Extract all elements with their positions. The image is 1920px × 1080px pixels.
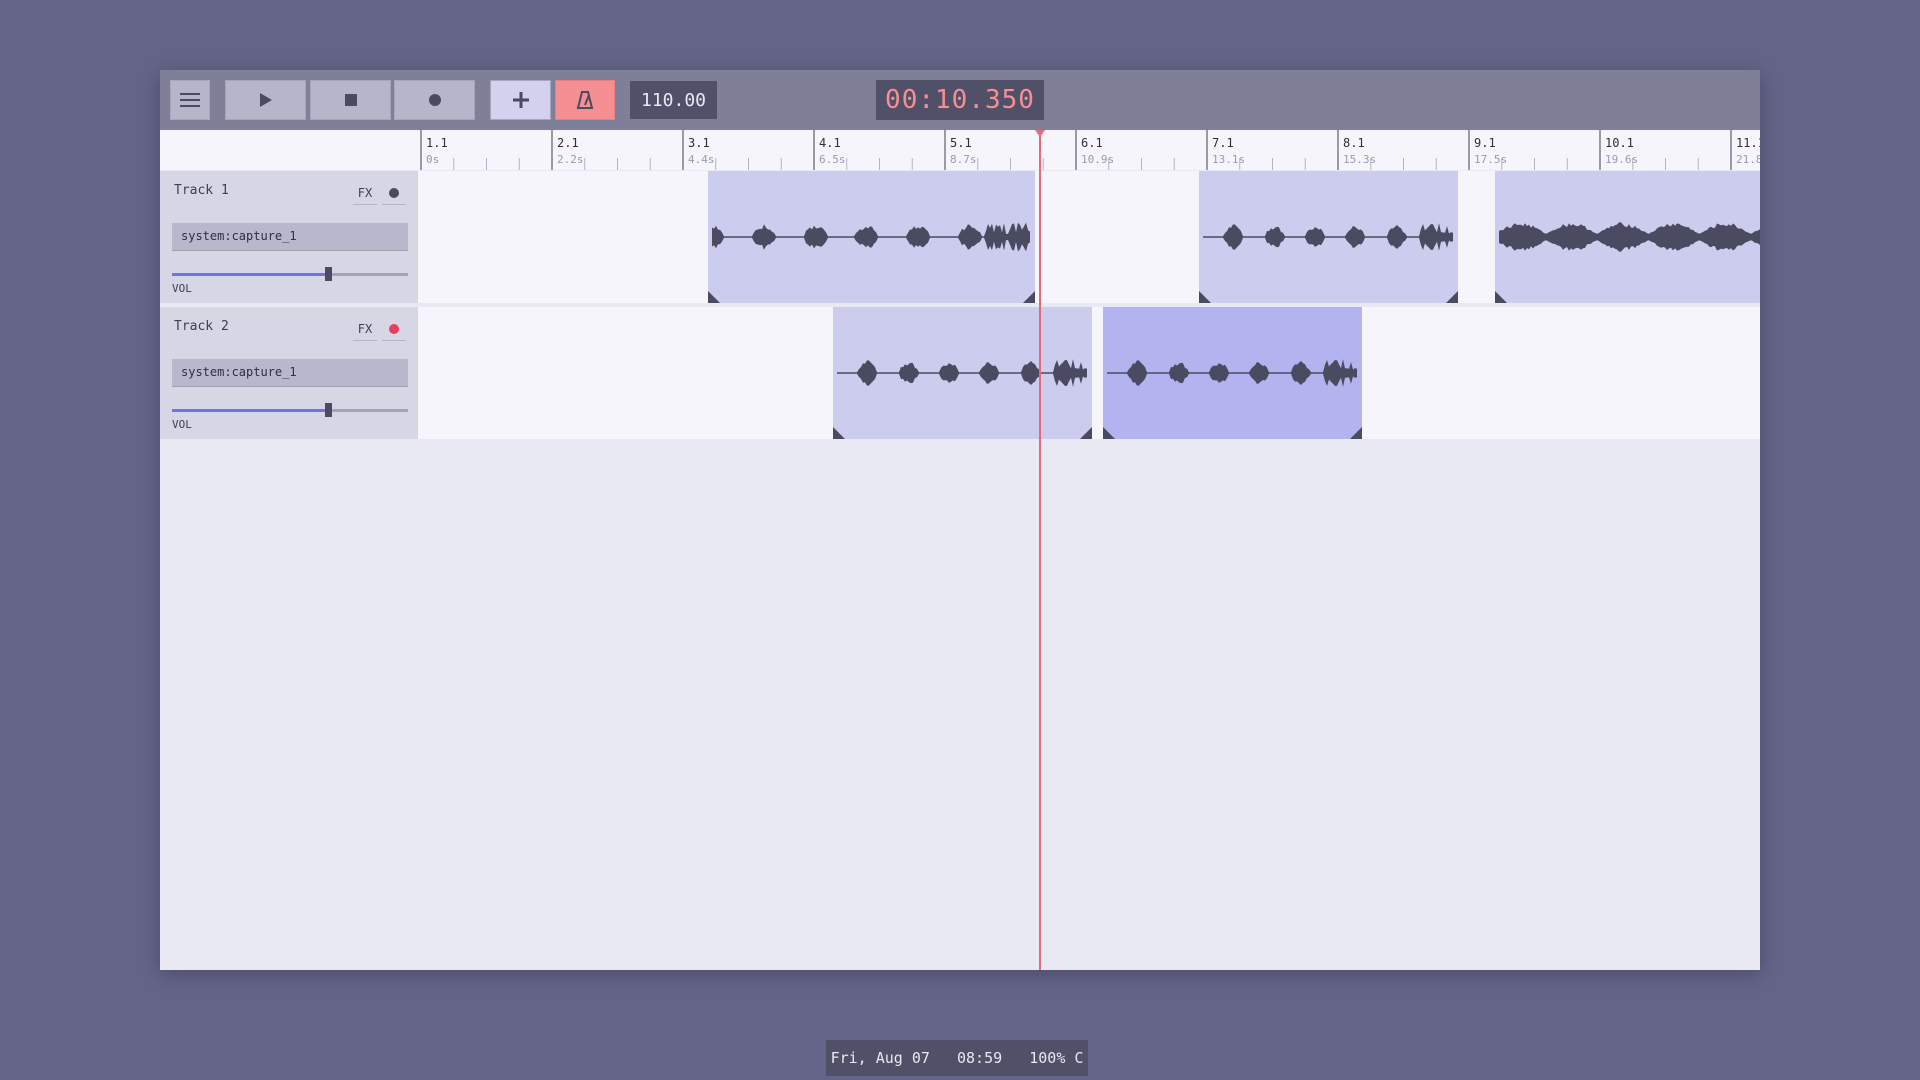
play-icon: [259, 93, 272, 107]
ruler-time-label: 13.1s: [1212, 153, 1245, 166]
track-name[interactable]: Track 2: [174, 319, 229, 334]
ruler-bar-label: 3.1: [688, 136, 710, 150]
ruler-bar-label: 5.1: [950, 136, 972, 150]
ruler-bar-label: 2.1: [557, 136, 579, 150]
track-header: Track 1 FX system:capture_1 VOL: [160, 171, 418, 303]
volume-label: VOL: [172, 282, 192, 295]
menu-button[interactable]: [170, 80, 210, 120]
waveform-path: [1107, 359, 1357, 387]
ruler-bar-label: 9.1: [1474, 136, 1496, 150]
waveform: [1499, 222, 1760, 252]
ruler-time-label: 15.3s: [1343, 153, 1376, 166]
ruler-bar-label: 8.1: [1343, 136, 1365, 150]
ruler-time-label: 6.5s: [819, 153, 846, 166]
clip-trim-right-handle[interactable]: [1350, 427, 1362, 439]
clip-trim-left-handle[interactable]: [708, 291, 720, 303]
waveform-path: [1203, 223, 1453, 251]
track-lane[interactable]: [420, 307, 1760, 439]
ruler-time-label: 21.8s: [1736, 153, 1760, 166]
input-select[interactable]: system:capture_1: [172, 223, 408, 251]
volume-fill: [172, 409, 328, 412]
metronome-icon: [576, 91, 594, 109]
ruler-bar-label: 10.1: [1605, 136, 1634, 150]
fx-button[interactable]: FX: [353, 182, 377, 205]
ruler-bar-label: 4.1: [819, 136, 841, 150]
plus-icon: [512, 92, 529, 108]
ruler-bar-label: 11.1: [1736, 136, 1760, 150]
ruler-time-label: 0s: [426, 153, 439, 166]
volume-handle[interactable]: [324, 267, 332, 281]
ruler-bar-label: 7.1: [1212, 136, 1234, 150]
play-button[interactable]: [225, 80, 306, 120]
volume-fill: [172, 273, 328, 276]
hamburger-icon: [180, 93, 200, 107]
clip-trim-right-handle[interactable]: [1446, 291, 1458, 303]
ruler-ticks: 1.1 0s 2.1 2.2s 3.1 4.4s 4.1 6.5s 5.1 8.7s 6.1 10.9…: [420, 130, 1760, 170]
track-1: Track 1 FX system:capture_1 VOL: [160, 171, 1760, 303]
waveform-path: [712, 222, 1030, 252]
record-arm-icon: [389, 324, 399, 334]
system-status-bar: Fri, Aug 07 08:59 100% C: [826, 1040, 1088, 1076]
time-display: 00:10.350: [876, 80, 1044, 120]
add-track-button[interactable]: [490, 80, 551, 120]
clip-trim-left-handle[interactable]: [833, 427, 845, 439]
ruler-time-label: 4.4s: [688, 153, 715, 166]
fx-button[interactable]: FX: [353, 318, 377, 341]
daw-window: 110.00 00:10.350 1.1 0s 2.1 2.2s 3.1 4.4s 4.1 6…: [160, 70, 1760, 970]
clip-trim-left-handle[interactable]: [1103, 427, 1115, 439]
audio-clip[interactable]: [833, 307, 1092, 439]
toolbar: 110.00 00:10.350: [160, 70, 1760, 130]
clip-trim-left-handle[interactable]: [1199, 291, 1211, 303]
track-name[interactable]: Track 1: [174, 183, 229, 198]
waveform-path: [1499, 222, 1760, 252]
audio-clip[interactable]: [1199, 171, 1458, 303]
metronome-button[interactable]: [555, 80, 615, 120]
audio-clip-selected[interactable]: [1103, 307, 1362, 439]
track-header: Track 2 FX system:capture_1 VOL: [160, 307, 418, 439]
stop-button[interactable]: [310, 80, 391, 120]
waveform: [1107, 359, 1357, 387]
clip-trim-right-handle[interactable]: [1023, 291, 1035, 303]
playhead[interactable]: [1039, 130, 1041, 970]
waveform: [837, 359, 1087, 387]
stop-icon: [344, 94, 357, 106]
input-select[interactable]: system:capture_1: [172, 359, 408, 387]
ruler-time-label: 17.5s: [1474, 153, 1507, 166]
record-arm-icon: [389, 188, 399, 198]
audio-clip[interactable]: [1495, 171, 1760, 303]
clip-trim-right-handle[interactable]: [1080, 427, 1092, 439]
record-arm-button[interactable]: [382, 182, 406, 205]
record-arm-button[interactable]: [382, 318, 406, 341]
clip-trim-left-handle[interactable]: [1495, 291, 1507, 303]
waveform-path: [837, 359, 1087, 387]
audio-clip[interactable]: [708, 171, 1035, 303]
record-icon: [428, 94, 441, 106]
bpm-display[interactable]: 110.00: [630, 81, 717, 119]
waveform: [1203, 223, 1453, 251]
track-2: Track 2 FX system:capture_1 VOL: [160, 307, 1760, 439]
volume-handle[interactable]: [324, 403, 332, 417]
ruler-time-label: 8.7s: [950, 153, 977, 166]
ruler-time-label: 19.6s: [1605, 153, 1638, 166]
volume-label: VOL: [172, 418, 192, 431]
timeline-ruler[interactable]: 1.1 0s 2.1 2.2s 3.1 4.4s 4.1 6.5s 5.1 8.7s 6.1 10.9…: [160, 130, 1760, 170]
volume-slider[interactable]: [172, 403, 408, 417]
record-button[interactable]: [394, 80, 475, 120]
track-lane[interactable]: [420, 171, 1760, 303]
ruler-bar-label: 1.1: [426, 136, 448, 150]
ruler-time-label: 2.2s: [557, 153, 584, 166]
ruler-time-label: 10.9s: [1081, 153, 1114, 166]
ruler-bar-label: 6.1: [1081, 136, 1103, 150]
volume-slider[interactable]: [172, 267, 408, 281]
waveform: [712, 222, 1030, 252]
